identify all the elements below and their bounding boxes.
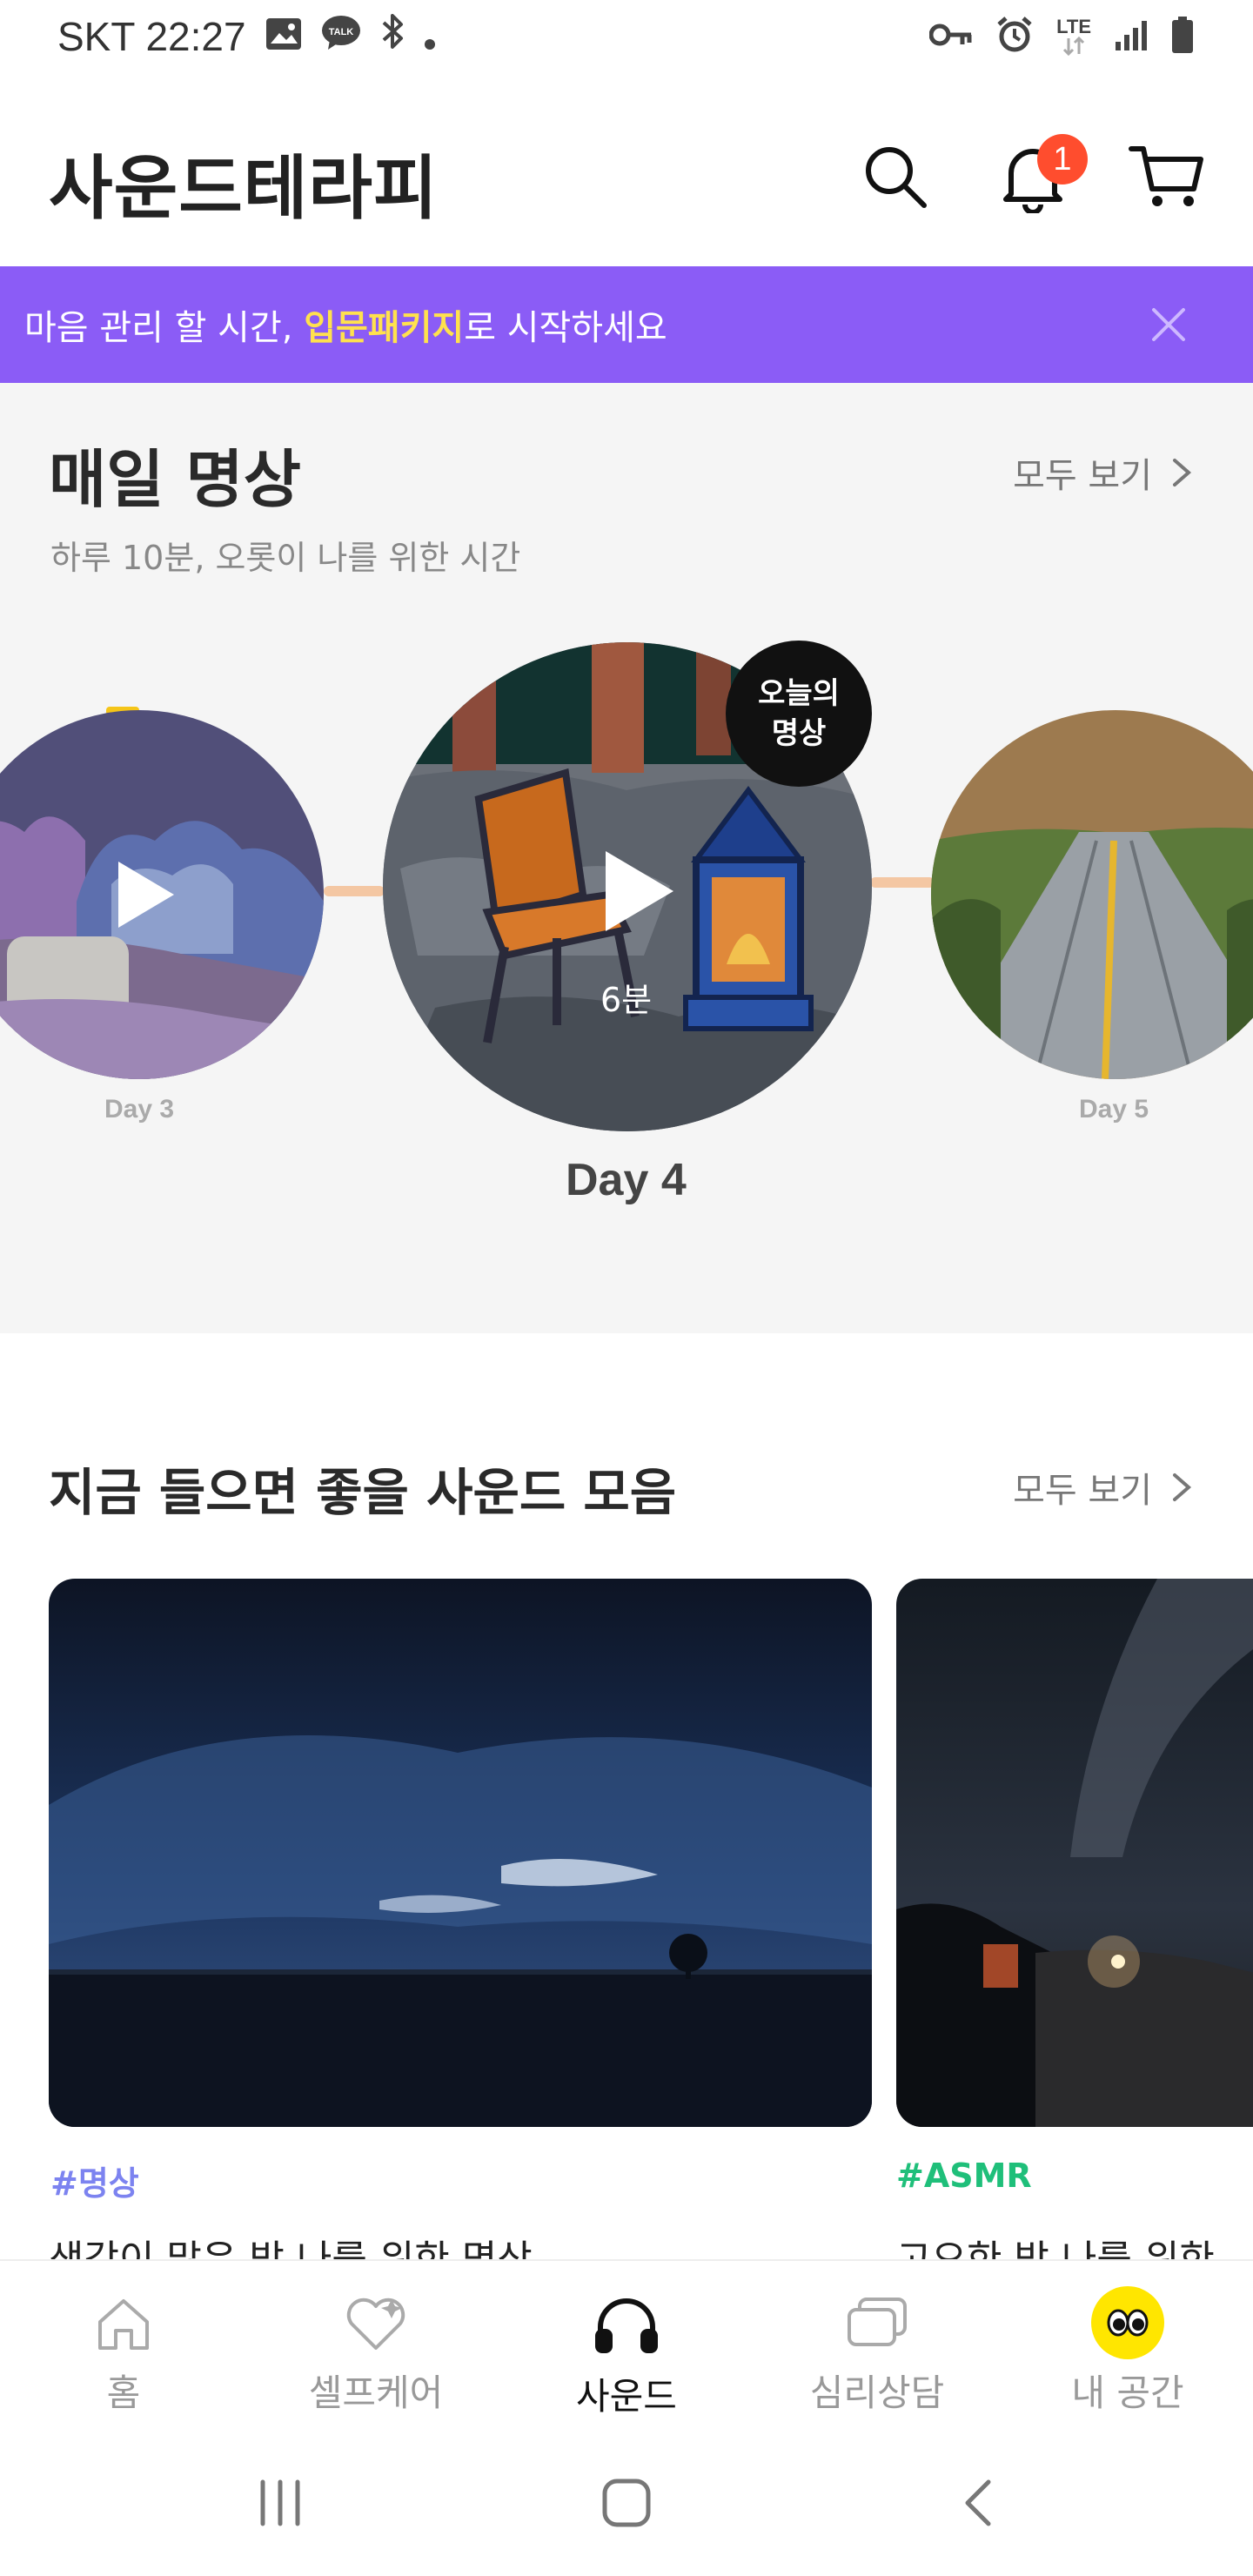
bluetooth-icon xyxy=(380,12,405,60)
tab-sound[interactable]: 사운드 xyxy=(522,2296,731,2420)
sound-card-image[interactable] xyxy=(49,1579,872,2127)
tab-home[interactable]: 홈 xyxy=(19,2296,228,2417)
back-chevron-icon xyxy=(965,2479,991,2526)
heart-icon xyxy=(346,2298,405,2350)
close-icon xyxy=(1152,308,1185,341)
carrier-label: SKT xyxy=(57,13,136,59)
signal-icon xyxy=(1114,17,1149,56)
chevron-right-icon xyxy=(1173,1473,1192,1501)
headphones-icon xyxy=(595,2298,658,2353)
recent-apps-icon xyxy=(260,2479,300,2526)
night-sky-image xyxy=(49,1579,872,2127)
duration-label: 6분 xyxy=(600,981,653,1019)
sound-card-tag: #ASMR xyxy=(896,2157,1032,2195)
eyes-avatar-icon xyxy=(1091,2286,1164,2359)
promo-text: 마음 관리 할 시간, 입문패키지로 시작하세요 xyxy=(24,308,667,348)
status-bar: SKT 22:27 TALK LTE xyxy=(0,0,1253,78)
tab-selfcare[interactable]: 셀프케어 xyxy=(271,2296,480,2417)
page-title: 사운드테라피 xyxy=(49,148,439,229)
sound-card-title[interactable]: 고요한 밤 나를 위한 xyxy=(896,2228,1215,2259)
sounds-section-title: 지금 들으면 좋을 사운드 모음 xyxy=(49,1463,677,1522)
chevron-right-icon xyxy=(1173,459,1192,486)
tab-label: 심리상담 xyxy=(809,2371,945,2414)
tab-counseling[interactable]: 심리상담 xyxy=(773,2296,982,2417)
home-system-button[interactable] xyxy=(600,2477,653,2532)
card-title-clip: 생각이 많은 밤 나를 위한 명상 고요한 밤 나를 위한 xyxy=(0,2228,1253,2259)
tab-my-space[interactable]: 내 공간 xyxy=(1023,2286,1232,2417)
tab-label: 내 공간 xyxy=(1071,2371,1184,2414)
tab-label: 사운드 xyxy=(576,2375,677,2418)
daily-section-title: 매일 명상 xyxy=(49,443,302,516)
kakaotalk-icon: TALK xyxy=(321,13,361,60)
day-4-label: Day 4 xyxy=(566,1155,687,1205)
day-5-card[interactable] xyxy=(931,710,1253,1079)
sound-card-image[interactable] xyxy=(896,1579,1253,2127)
milky-way-image xyxy=(896,1579,1253,2127)
alarm-icon xyxy=(995,16,1034,57)
notification-badge: 1 xyxy=(1037,134,1088,184)
recent-apps-button[interactable] xyxy=(254,2479,306,2531)
cart-button[interactable] xyxy=(1128,138,1206,216)
cart-icon xyxy=(1129,146,1203,206)
play-icon xyxy=(606,851,673,931)
bottom-nav: 홈 셀프케어 사운드 심리상담 내 공간 xyxy=(0,2259,1253,2451)
daily-see-all-link[interactable]: 모두 보기 xyxy=(1013,447,1192,498)
clock: 22:27 xyxy=(145,13,246,59)
chat-icon xyxy=(848,2298,907,2346)
sounds-see-all-link[interactable]: 모두 보기 xyxy=(1013,1462,1192,1513)
today-badge: 오늘의 명상 xyxy=(726,641,872,787)
gallery-icon xyxy=(265,13,302,60)
app-header: 사운드테라피 1 xyxy=(0,104,1253,244)
day-connector xyxy=(870,877,935,888)
day-connector xyxy=(324,886,385,896)
daily-section-subtitle: 하루 10분, 오롯이 나를 위한 시간 xyxy=(50,539,521,577)
daily-meditation-section: 매일 명상 하루 10분, 오롯이 나를 위한 시간 모두 보기 Day 3 6… xyxy=(0,383,1253,1333)
notification-button[interactable]: 1 xyxy=(994,134,1088,216)
key-icon xyxy=(928,22,973,51)
day-3-card[interactable] xyxy=(0,710,324,1079)
day-5-artwork xyxy=(931,710,1253,1079)
home-square-icon xyxy=(602,2479,651,2527)
tab-label: 홈 xyxy=(106,2371,141,2414)
battery-icon xyxy=(1171,16,1194,57)
day-3-label: Day 3 xyxy=(104,1095,175,1124)
search-icon xyxy=(866,147,927,208)
system-nav-bar xyxy=(0,2451,1253,2576)
promo-highlight: 입문패키지 xyxy=(304,308,465,348)
tab-label: 셀프케어 xyxy=(308,2371,444,2414)
search-button[interactable] xyxy=(856,138,935,216)
home-icon xyxy=(98,2299,149,2350)
day-5-label: Day 5 xyxy=(1079,1095,1149,1124)
promo-close-button[interactable] xyxy=(1145,301,1192,348)
back-button[interactable] xyxy=(957,2477,1001,2532)
promo-banner[interactable]: 마음 관리 할 시간, 입문패키지로 시작하세요 xyxy=(0,266,1253,383)
dot-icon xyxy=(424,13,436,60)
sound-card-tag: #명상 xyxy=(50,2164,139,2203)
lte-indicator: LTE xyxy=(1056,17,1091,56)
svg-text:TALK: TALK xyxy=(328,27,353,37)
sound-card-title[interactable]: 생각이 많은 밤 나를 위한 명상 xyxy=(49,2228,533,2259)
play-icon xyxy=(118,862,174,928)
